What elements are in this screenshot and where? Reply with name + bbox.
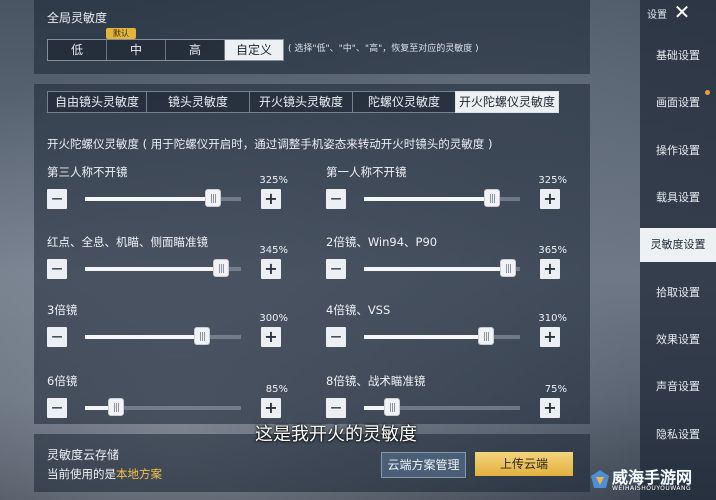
slider-thumb[interactable] <box>384 398 401 416</box>
slider-value: 300% <box>259 313 288 324</box>
slider-value: 85% <box>265 384 288 395</box>
tab-description: 开火陀螺仪灵敏度 ( 用于陀螺仪开启时，通过调整手机姿态来转动开火时镜头的灵敏度… <box>47 137 493 151</box>
cloud-storage-title: 灵敏度云存储 <box>47 448 120 462</box>
increase-button[interactable]: + <box>540 327 560 347</box>
global-sensitivity-selector: 低 中 高 自定义 <box>47 39 284 61</box>
decrease-button[interactable]: — <box>47 189 67 209</box>
slider-track[interactable] <box>364 189 520 207</box>
slider-label: 2倍镜、Win94、P90 <box>326 235 438 249</box>
cloud-current-prefix: 当前使用的是 <box>47 467 116 481</box>
increase-button[interactable]: + <box>540 189 560 209</box>
increase-button[interactable]: + <box>261 398 281 418</box>
sidebar-item-controls[interactable]: 操作设置 <box>640 134 716 168</box>
slider-fill <box>364 267 508 271</box>
decrease-button[interactable]: — <box>47 259 67 279</box>
decrease-button[interactable]: — <box>326 398 346 418</box>
slider-track[interactable] <box>85 398 241 416</box>
watermark-logo-icon <box>591 470 609 488</box>
global-sensitivity-title: 全局灵敏度 <box>47 11 108 25</box>
option-medium[interactable]: 中 <box>107 40 166 60</box>
cloud-current-value: 本地方案 <box>116 467 162 481</box>
slider-thumb[interactable] <box>212 259 229 277</box>
slider-label: 3倍镜 <box>47 303 78 317</box>
slider-thumb[interactable] <box>194 327 210 345</box>
option-high[interactable]: 高 <box>166 40 225 60</box>
slider-value: 325% <box>259 175 288 186</box>
tab-fire-camera[interactable]: 开火镜头灵敏度 <box>249 91 352 113</box>
sidebar-item-effects[interactable]: 效果设置 <box>640 323 716 357</box>
slider-track[interactable] <box>85 189 241 207</box>
tab-gyroscope[interactable]: 陀螺仪灵敏度 <box>352 91 455 113</box>
slider-label: 第一人称不开镜 <box>326 165 407 179</box>
notification-dot-icon <box>705 90 710 95</box>
slider-fill <box>85 335 202 339</box>
increase-button[interactable]: + <box>261 327 281 347</box>
slider-fill <box>85 267 221 271</box>
cloud-manage-button[interactable]: 云端方案管理 <box>381 452 466 478</box>
upload-cloud-button[interactable]: 上传云端 <box>475 452 573 476</box>
slider-value: 75% <box>544 384 567 395</box>
sensitivity-detail-panel <box>34 84 590 424</box>
slider-value: 310% <box>538 313 567 324</box>
decrease-button[interactable]: — <box>326 189 346 209</box>
slider-fill <box>85 197 213 201</box>
slider-label: 4倍镜、VSS <box>326 303 391 317</box>
slider-thumb[interactable] <box>483 189 500 207</box>
video-subtitle: 这是我开火的灵敏度 <box>255 424 417 445</box>
decrease-button[interactable]: — <box>47 398 67 418</box>
slider-track[interactable] <box>364 398 520 416</box>
slider-fill <box>364 335 486 339</box>
sidebar-item-privacy[interactable]: 隐私设置 <box>640 418 716 452</box>
decrease-button[interactable]: — <box>47 327 67 347</box>
increase-button[interactable]: + <box>540 259 560 279</box>
close-icon[interactable]: ✕ <box>672 2 692 22</box>
slider-label: 6倍镜 <box>47 374 78 388</box>
sidebar-item-vehicle[interactable]: 载具设置 <box>640 181 716 215</box>
slider-track[interactable] <box>364 259 520 277</box>
sidebar-item-pickup[interactable]: 拾取设置 <box>640 276 716 310</box>
tab-free-camera[interactable]: 自由镜头灵敏度 <box>47 91 146 113</box>
sensitivity-tabs: 自由镜头灵敏度 镜头灵敏度 开火镜头灵敏度 陀螺仪灵敏度 开火陀螺仪灵敏度 <box>47 91 559 113</box>
slider-value: 365% <box>538 245 567 256</box>
decrease-button[interactable]: — <box>326 327 346 347</box>
slider-track[interactable] <box>85 259 241 277</box>
slider-track[interactable] <box>85 327 241 345</box>
sidebar-item-audio[interactable]: 声音设置 <box>640 370 716 404</box>
slider-value: 325% <box>538 175 567 186</box>
option-low[interactable]: 低 <box>48 40 107 60</box>
slider-thumb[interactable] <box>477 327 494 345</box>
watermark-subtitle: WEIHAISHOUYOUWANG <box>612 485 692 492</box>
global-sensitivity-hint: ( 选择"低"、"中"、"高"，恢复至对应的灵敏度 ) <box>288 44 479 54</box>
cloud-current-scheme: 当前使用的是本地方案 <box>47 466 162 482</box>
slider-value: 345% <box>259 245 288 256</box>
slider-thumb[interactable] <box>499 259 516 277</box>
tab-camera[interactable]: 镜头灵敏度 <box>146 91 249 113</box>
slider-label: 8倍镜、战术瞄准镜 <box>326 374 426 388</box>
decrease-button[interactable]: — <box>326 259 346 279</box>
sidebar-item-sensitivity[interactable]: 灵敏度设置 <box>640 228 716 262</box>
sidebar-item-basic[interactable]: 基础设置 <box>640 39 716 73</box>
slider-thumb[interactable] <box>108 398 125 416</box>
increase-button[interactable]: + <box>261 259 281 279</box>
increase-button[interactable]: + <box>540 398 560 418</box>
slider-label: 红点、全息、机瞄、侧面瞄准镜 <box>47 235 208 249</box>
tab-fire-gyroscope[interactable]: 开火陀螺仪灵敏度 <box>455 91 559 113</box>
sidebar-header: 设置 <box>647 10 667 21</box>
slider-fill <box>364 197 492 201</box>
option-custom[interactable]: 自定义 <box>225 40 283 60</box>
default-badge: 默认 <box>106 28 136 39</box>
slider-track[interactable] <box>364 327 520 345</box>
slider-thumb[interactable] <box>204 189 221 207</box>
slider-label: 第三人称不开镜 <box>47 165 128 179</box>
increase-button[interactable]: + <box>261 189 281 209</box>
